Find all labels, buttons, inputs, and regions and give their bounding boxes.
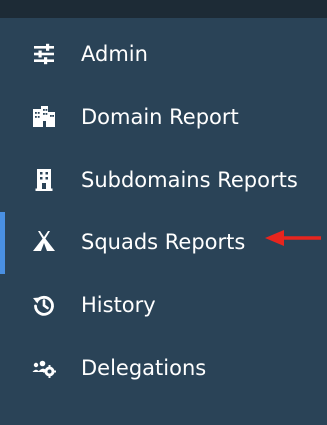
sidebar-item-label: History	[81, 293, 156, 317]
sidebar-item-history[interactable]: History	[0, 280, 327, 330]
sliders-icon	[32, 42, 56, 66]
sidebar-item-subdomains-reports[interactable]: Subdomains Reports	[0, 155, 327, 205]
sidebar-item-label: Domain Report	[81, 105, 239, 129]
building-icon	[32, 168, 56, 192]
tent-icon	[32, 229, 56, 253]
history-icon	[32, 293, 56, 317]
annotation-arrow-icon	[264, 226, 322, 250]
sidebar-item-label: Admin	[81, 42, 148, 66]
sidebar-item-delegations[interactable]: Delegations	[0, 343, 327, 393]
active-indicator	[0, 212, 5, 274]
sidebar-item-label: Subdomains Reports	[81, 168, 298, 192]
sidebar-item-domain-report[interactable]: Domain Report	[0, 92, 327, 142]
users-gear-icon	[32, 356, 56, 380]
sidebar-item-label: Squads Reports	[81, 230, 246, 254]
sidebar-item-squads-reports[interactable]: Squads Reports	[0, 212, 327, 274]
sidebar-item-admin[interactable]: Admin	[0, 29, 327, 79]
sidebar-nav: Admin Domain Report Subdomains Reports S…	[0, 18, 327, 425]
buildings-icon	[32, 105, 56, 129]
sidebar-item-label: Delegations	[81, 356, 207, 380]
top-bar	[0, 0, 327, 18]
